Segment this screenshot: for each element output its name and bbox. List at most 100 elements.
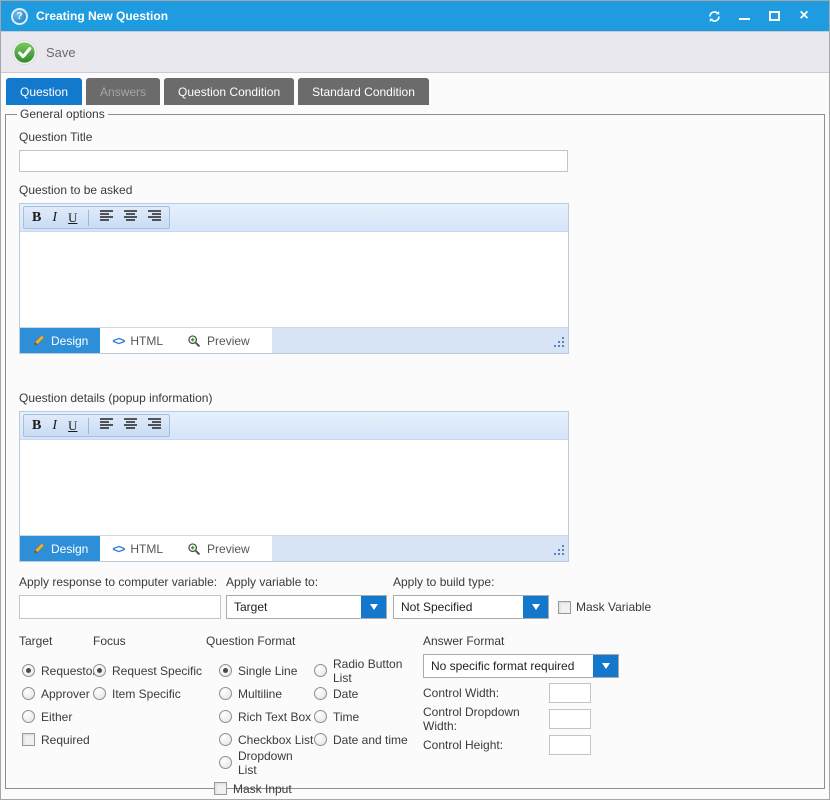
align-center-button[interactable] (124, 418, 137, 433)
control-dropdown-width-label: Control Dropdown Width: (423, 705, 549, 733)
maximize-icon (769, 11, 780, 21)
minimize-icon (739, 18, 750, 20)
align-right-button[interactable] (148, 418, 161, 433)
radio-icon[interactable] (219, 687, 232, 700)
radio-label: Radio Button List (333, 657, 423, 685)
window-controls: × (699, 3, 819, 29)
bold-button[interactable]: B (32, 210, 41, 226)
radio-requestor[interactable]: Requestor (22, 659, 93, 682)
editor-format-buttons: B I U (23, 414, 170, 437)
question-format-group: Question Format Single Line Multiline (206, 634, 423, 800)
close-button[interactable]: × (789, 3, 819, 29)
editor-design-tab[interactable]: Design (20, 536, 100, 561)
minimize-button[interactable] (729, 3, 759, 29)
radio-date[interactable]: Date (314, 682, 423, 705)
radio-icon[interactable] (314, 687, 327, 700)
response-variable-label: Apply response to computer variable: (19, 575, 221, 589)
radio-item-specific[interactable]: Item Specific (93, 682, 206, 705)
editor-html-tab[interactable]: <> HTML (100, 536, 175, 561)
tab-standard-condition[interactable]: Standard Condition (298, 78, 429, 105)
radio-time[interactable]: Time (314, 705, 423, 728)
save-button[interactable]: Save (11, 39, 76, 66)
align-center-icon (124, 418, 137, 430)
maximize-button[interactable] (759, 3, 789, 29)
radio-rich-text-box[interactable]: Rich Text Box (219, 705, 314, 728)
radio-single-line[interactable]: Single Line (219, 659, 314, 682)
radio-icon[interactable] (219, 710, 232, 723)
question-details-editor: B I U (19, 411, 569, 562)
tab-answers[interactable]: Answers (86, 78, 160, 105)
required-option[interactable]: Required (22, 728, 93, 751)
editor-html-tab[interactable]: <> HTML (100, 328, 175, 353)
editor-preview-tab[interactable]: Preview (175, 536, 262, 561)
design-label: Design (51, 334, 88, 348)
radio-icon[interactable] (93, 687, 106, 700)
radio-label: Request Specific (112, 664, 202, 678)
refresh-button[interactable] (699, 3, 729, 29)
mask-input-checkbox[interactable] (214, 782, 227, 795)
dropdown-button[interactable] (593, 655, 618, 677)
align-left-button[interactable] (100, 418, 113, 433)
resize-grip-icon[interactable] (553, 545, 564, 556)
design-label: Design (51, 542, 88, 556)
radio-date-and-time[interactable]: Date and time (314, 728, 423, 751)
editor-text-area[interactable] (20, 231, 568, 327)
radio-icon[interactable] (219, 664, 232, 677)
align-center-button[interactable] (124, 210, 137, 225)
radio-icon[interactable] (93, 664, 106, 677)
editor-preview-tab[interactable]: Preview (175, 328, 262, 353)
response-variable-input[interactable] (19, 595, 221, 619)
html-label: HTML (130, 542, 163, 556)
underline-button[interactable]: U (68, 210, 77, 226)
radio-multiline[interactable]: Multiline (219, 682, 314, 705)
apply-variable-to-dropdown[interactable]: Target (226, 595, 387, 619)
radio-either[interactable]: Either (22, 705, 93, 728)
radio-radio-button-list[interactable]: Radio Button List (314, 659, 423, 682)
required-checkbox[interactable] (22, 733, 35, 746)
control-dropdown-width-input[interactable] (549, 709, 591, 729)
tab-question-condition[interactable]: Question Condition (164, 78, 294, 105)
radio-approver[interactable]: Approver (22, 682, 93, 705)
mask-variable-option[interactable]: Mask Variable (558, 600, 651, 614)
editor-text-area[interactable] (20, 439, 568, 535)
control-width-input[interactable] (549, 683, 591, 703)
radio-request-specific[interactable]: Request Specific (93, 659, 206, 682)
apply-variable-to-label: Apply variable to: (226, 575, 387, 589)
preview-label: Preview (207, 542, 250, 556)
radio-icon[interactable] (314, 710, 327, 723)
mask-input-option[interactable]: Mask Input (214, 777, 423, 800)
radio-icon[interactable] (219, 756, 232, 769)
underline-button[interactable]: U (68, 418, 77, 434)
resize-grip-icon[interactable] (553, 337, 564, 348)
chevron-down-icon (602, 663, 610, 669)
tab-filler (262, 536, 272, 561)
mask-input-label: Mask Input (233, 782, 292, 796)
help-icon[interactable] (11, 8, 28, 25)
radio-icon[interactable] (314, 733, 327, 746)
tab-question[interactable]: Question (6, 78, 82, 105)
editor-design-tab[interactable]: Design (20, 328, 100, 353)
control-height-input[interactable] (549, 735, 591, 755)
answer-format-dropdown[interactable]: No specific format required (423, 654, 619, 678)
align-right-button[interactable] (148, 210, 161, 225)
radio-icon[interactable] (219, 733, 232, 746)
mask-variable-checkbox[interactable] (558, 601, 571, 614)
dropdown-button[interactable] (361, 596, 386, 618)
chevron-down-icon (532, 604, 540, 610)
radio-dropdown-list[interactable]: Dropdown List (219, 751, 314, 774)
dropdown-button[interactable] (523, 596, 548, 618)
align-left-button[interactable] (100, 210, 113, 225)
build-type-dropdown[interactable]: Not Specified (393, 595, 549, 619)
radio-icon[interactable] (22, 687, 35, 700)
italic-button[interactable]: I (52, 418, 57, 434)
build-type-label: Apply to build type: (393, 575, 549, 589)
question-title-input[interactable] (19, 150, 568, 172)
bold-button[interactable]: B (32, 418, 41, 434)
radio-icon[interactable] (314, 664, 327, 677)
radio-icon[interactable] (22, 710, 35, 723)
code-icon: <> (112, 334, 124, 348)
radio-icon[interactable] (22, 664, 35, 677)
magnifier-plus-icon (187, 334, 201, 348)
italic-button[interactable]: I (52, 210, 57, 226)
align-right-icon (148, 418, 161, 430)
